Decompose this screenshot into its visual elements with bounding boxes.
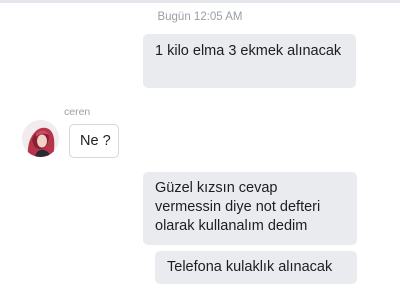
message-bubble-outgoing[interactable]: Güzel kızsın cevap vermessin diye not de… <box>143 172 357 245</box>
conversation-timestamp: Bugün 12:05 AM <box>157 11 243 23</box>
message-bubble-outgoing[interactable]: Telefona kulaklık alınacak <box>155 251 357 284</box>
header-divider <box>0 0 400 3</box>
avatar[interactable] <box>22 120 59 157</box>
message-bubble-outgoing[interactable]: 1 kilo elma 3 ekmek alınacak <box>143 34 356 88</box>
sender-name: ceren <box>64 106 91 118</box>
message-bubble-incoming[interactable]: Ne ? <box>69 124 119 158</box>
profile-photo-icon <box>22 120 59 157</box>
